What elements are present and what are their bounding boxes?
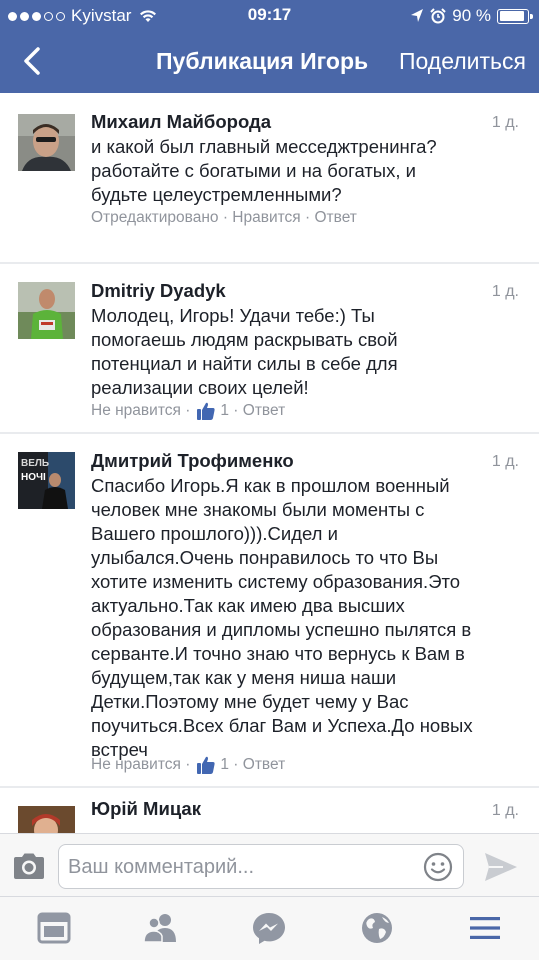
comment-item: Dmitriy Dyadyk 1 д. Молодец, Игорь! Удач… <box>0 264 539 432</box>
reply-button[interactable]: · Ответ <box>233 756 285 774</box>
comment-actions: Не нравится · 1 · Ответ <box>91 755 285 775</box>
comment-composer <box>0 833 539 896</box>
reply-button[interactable]: · Ответ <box>233 402 285 420</box>
navigation-bar: Публикация Игорь Поделиться <box>0 38 539 84</box>
page-title: Публикация Игорь <box>156 48 369 74</box>
status-bar: Kyivstar 09:17 90 % <box>0 0 539 32</box>
bottom-tab-bar <box>0 896 539 960</box>
battery-icon <box>497 8 533 24</box>
comment-item: Михаил Майборода 1 д. и какой был главны… <box>0 93 539 262</box>
comments-list[interactable]: Михаил Майборода 1 д. и какой был главны… <box>0 93 539 833</box>
comment-input-box[interactable] <box>58 844 464 889</box>
like-count[interactable]: 1 <box>220 756 229 774</box>
camera-icon[interactable] <box>12 852 46 880</box>
location-arrow-icon <box>411 9 424 22</box>
messenger-icon[interactable] <box>251 911 287 945</box>
comment-time: 1 д. <box>491 453 519 470</box>
news-feed-icon[interactable] <box>36 911 72 945</box>
comment-author[interactable]: Юрій Мицак <box>91 798 201 820</box>
globe-icon[interactable] <box>359 911 395 945</box>
back-button[interactable] <box>18 44 48 78</box>
avatar[interactable]: ВЕЛЬ НОЧІ <box>18 452 75 509</box>
friends-icon[interactable] <box>143 911 179 945</box>
unlike-button[interactable]: Не нравится · <box>91 402 190 420</box>
comment-author[interactable]: Dmitriy Dyadyk <box>91 280 226 302</box>
avatar[interactable] <box>18 806 75 833</box>
comment-actions: Не нравится · 1 · Ответ <box>91 401 285 421</box>
svg-text:НОЧІ: НОЧІ <box>21 472 46 483</box>
avatar[interactable] <box>18 282 75 339</box>
comment-text: Молодец, Игорь! Удачи тебе:) Ты помогаеш… <box>91 305 398 398</box>
comment-time: 1 д. <box>491 114 519 131</box>
comment-author[interactable]: Михаил Майборода <box>91 111 271 133</box>
unlike-button[interactable]: Не нравится · <box>91 756 190 774</box>
menu-icon[interactable] <box>467 911 503 945</box>
emoji-icon[interactable] <box>423 852 453 882</box>
like-icon <box>197 402 215 420</box>
comment-time: 1 д. <box>491 802 519 819</box>
alarm-icon <box>430 8 446 24</box>
comment-text: и какой был главный месседжтренинга? раб… <box>91 136 437 205</box>
like-icon <box>197 756 215 774</box>
comment-actions[interactable]: Отредактировано · Нравится · Ответ <box>91 209 357 227</box>
like-count[interactable]: 1 <box>220 402 229 420</box>
share-button[interactable]: Поделиться <box>399 48 526 75</box>
send-icon[interactable] <box>483 851 519 883</box>
comment-item: Юрій Мицак 1 д. <box>0 788 539 833</box>
avatar-logo-text: ВЕЛЬ <box>21 458 49 469</box>
battery-percentage: 90 % <box>452 6 491 25</box>
comment-text: Спасибо Игорь.Я как в прошлом военный че… <box>91 475 473 760</box>
comment-author[interactable]: Дмитрий Трофименко <box>91 450 294 472</box>
avatar[interactable] <box>18 114 75 171</box>
comment-item: ВЕЛЬ НОЧІ Дмитрий Трофименко 1 д. Спасиб… <box>0 434 539 786</box>
app-header: Kyivstar 09:17 90 % Публикация Игорь Под… <box>0 0 539 93</box>
comment-time: 1 д. <box>491 283 519 300</box>
comment-input[interactable] <box>68 854 408 880</box>
